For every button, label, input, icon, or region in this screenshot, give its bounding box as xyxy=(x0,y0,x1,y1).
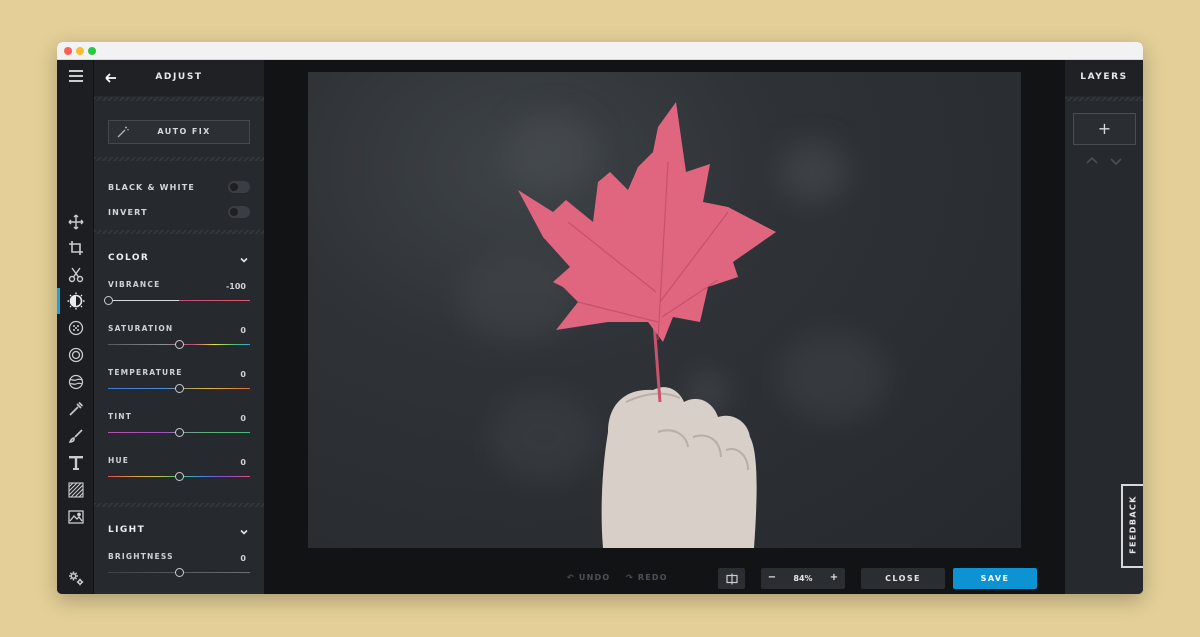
redo-label: REDO xyxy=(637,573,668,582)
back-arrow-icon[interactable] xyxy=(104,71,118,85)
pattern-icon[interactable] xyxy=(57,478,94,502)
image-icon[interactable] xyxy=(57,505,94,529)
divider xyxy=(94,97,264,101)
toggle-knob xyxy=(230,208,238,216)
compare-button[interactable] xyxy=(718,568,745,589)
feedback-tab[interactable]: FEEDBACK xyxy=(1121,484,1143,568)
zoom-in-button[interactable]: + xyxy=(827,572,841,583)
black-white-toggle[interactable] xyxy=(228,181,250,193)
settings-icon[interactable] xyxy=(57,566,94,590)
tint-label: TINT xyxy=(108,412,133,421)
magic-wand-icon xyxy=(117,126,129,138)
feedback-label: FEEDBACK xyxy=(1128,495,1138,554)
chevron-down-icon[interactable] xyxy=(239,527,249,537)
temperature-slider-thumb[interactable] xyxy=(174,384,184,393)
vibrance-slider[interactable] xyxy=(108,300,250,301)
maximize-window-button[interactable] xyxy=(88,47,96,55)
cut-icon[interactable] xyxy=(57,263,94,287)
title-bar xyxy=(57,42,1143,60)
undo-icon: ↶ xyxy=(567,573,575,582)
color-section-title[interactable]: COLOR xyxy=(108,253,149,263)
canvas-area xyxy=(264,60,1065,594)
brightness-label: BRIGHTNESS xyxy=(108,552,174,561)
close-button[interactable]: CLOSE xyxy=(861,568,945,589)
menu-icon[interactable] xyxy=(57,64,94,88)
brush-icon[interactable] xyxy=(57,424,94,448)
light-section-title[interactable]: LIGHT xyxy=(108,525,145,535)
panel-header: ADJUST xyxy=(94,60,264,96)
vibrance-label: VIBRANCE xyxy=(108,280,161,289)
photo-canvas[interactable] xyxy=(308,72,1021,548)
vibrance-value: -100 xyxy=(225,282,246,291)
tint-slider-thumb[interactable] xyxy=(174,428,184,437)
temperature-label: TEMPERATURE xyxy=(108,368,183,377)
chevron-down-icon[interactable] xyxy=(239,255,249,265)
chevron-down-icon[interactable] xyxy=(1109,156,1123,166)
editor-window: ADJUST AUTO FIX BLACK & WHITE INVERT COL… xyxy=(57,42,1143,594)
divider xyxy=(94,157,264,161)
redo-icon: ↷ xyxy=(626,573,634,582)
hue-slider-thumb[interactable] xyxy=(174,472,184,481)
tool-sidebar xyxy=(57,60,94,594)
text-icon[interactable] xyxy=(57,451,94,475)
vignette-icon[interactable] xyxy=(57,343,94,367)
hue-value: 0 xyxy=(240,458,246,467)
divider xyxy=(94,503,264,507)
redo-button[interactable]: ↷ REDO xyxy=(626,573,668,582)
auto-fix-button[interactable]: AUTO FIX xyxy=(108,120,250,144)
chevron-up-icon[interactable] xyxy=(1085,156,1099,166)
temperature-value: 0 xyxy=(240,370,246,379)
invert-label: INVERT xyxy=(108,208,148,217)
texture-icon[interactable] xyxy=(57,370,94,394)
brightness-value: 0 xyxy=(240,554,246,563)
undo-label: UNDO xyxy=(578,573,611,582)
tint-value: 0 xyxy=(240,414,246,423)
adjust-icon[interactable] xyxy=(57,289,94,313)
compare-icon xyxy=(725,573,738,584)
auto-fix-label: AUTO FIX xyxy=(157,127,211,136)
layers-header: LAYERS xyxy=(1065,60,1143,96)
picker-icon[interactable] xyxy=(57,397,94,421)
saturation-slider-thumb[interactable] xyxy=(174,340,184,349)
close-window-button[interactable] xyxy=(64,47,72,55)
toggle-knob xyxy=(230,183,238,191)
panel-title: ADJUST xyxy=(155,72,203,82)
zoom-out-button[interactable]: − xyxy=(765,572,779,583)
adjust-panel: ADJUST AUTO FIX BLACK & WHITE INVERT COL… xyxy=(94,60,264,594)
add-layer-button[interactable]: + xyxy=(1073,113,1136,145)
divider xyxy=(94,230,264,234)
zoom-control: − 84% + xyxy=(761,568,845,589)
invert-toggle[interactable] xyxy=(228,206,250,218)
layers-title: LAYERS xyxy=(1080,72,1128,82)
hue-label: HUE xyxy=(108,456,130,465)
saturation-label: SATURATION xyxy=(108,324,174,333)
saturation-value: 0 xyxy=(240,326,246,335)
crop-icon[interactable] xyxy=(57,236,94,260)
black-white-label: BLACK & WHITE xyxy=(108,183,196,192)
undo-button[interactable]: ↶ UNDO xyxy=(567,573,610,582)
filter-icon[interactable] xyxy=(57,316,94,340)
divider xyxy=(1065,97,1143,101)
move-icon[interactable] xyxy=(57,210,94,234)
save-button[interactable]: SAVE xyxy=(953,568,1037,589)
leaf-photo xyxy=(518,102,776,548)
vibrance-slider-thumb[interactable] xyxy=(103,296,113,305)
zoom-level: 84% xyxy=(793,574,813,583)
minimize-window-button[interactable] xyxy=(76,47,84,55)
brightness-slider-thumb[interactable] xyxy=(174,568,184,577)
bottom-toolbar: ↶ UNDO ↷ REDO − 84% + CLOSE SAVE xyxy=(264,562,1065,594)
